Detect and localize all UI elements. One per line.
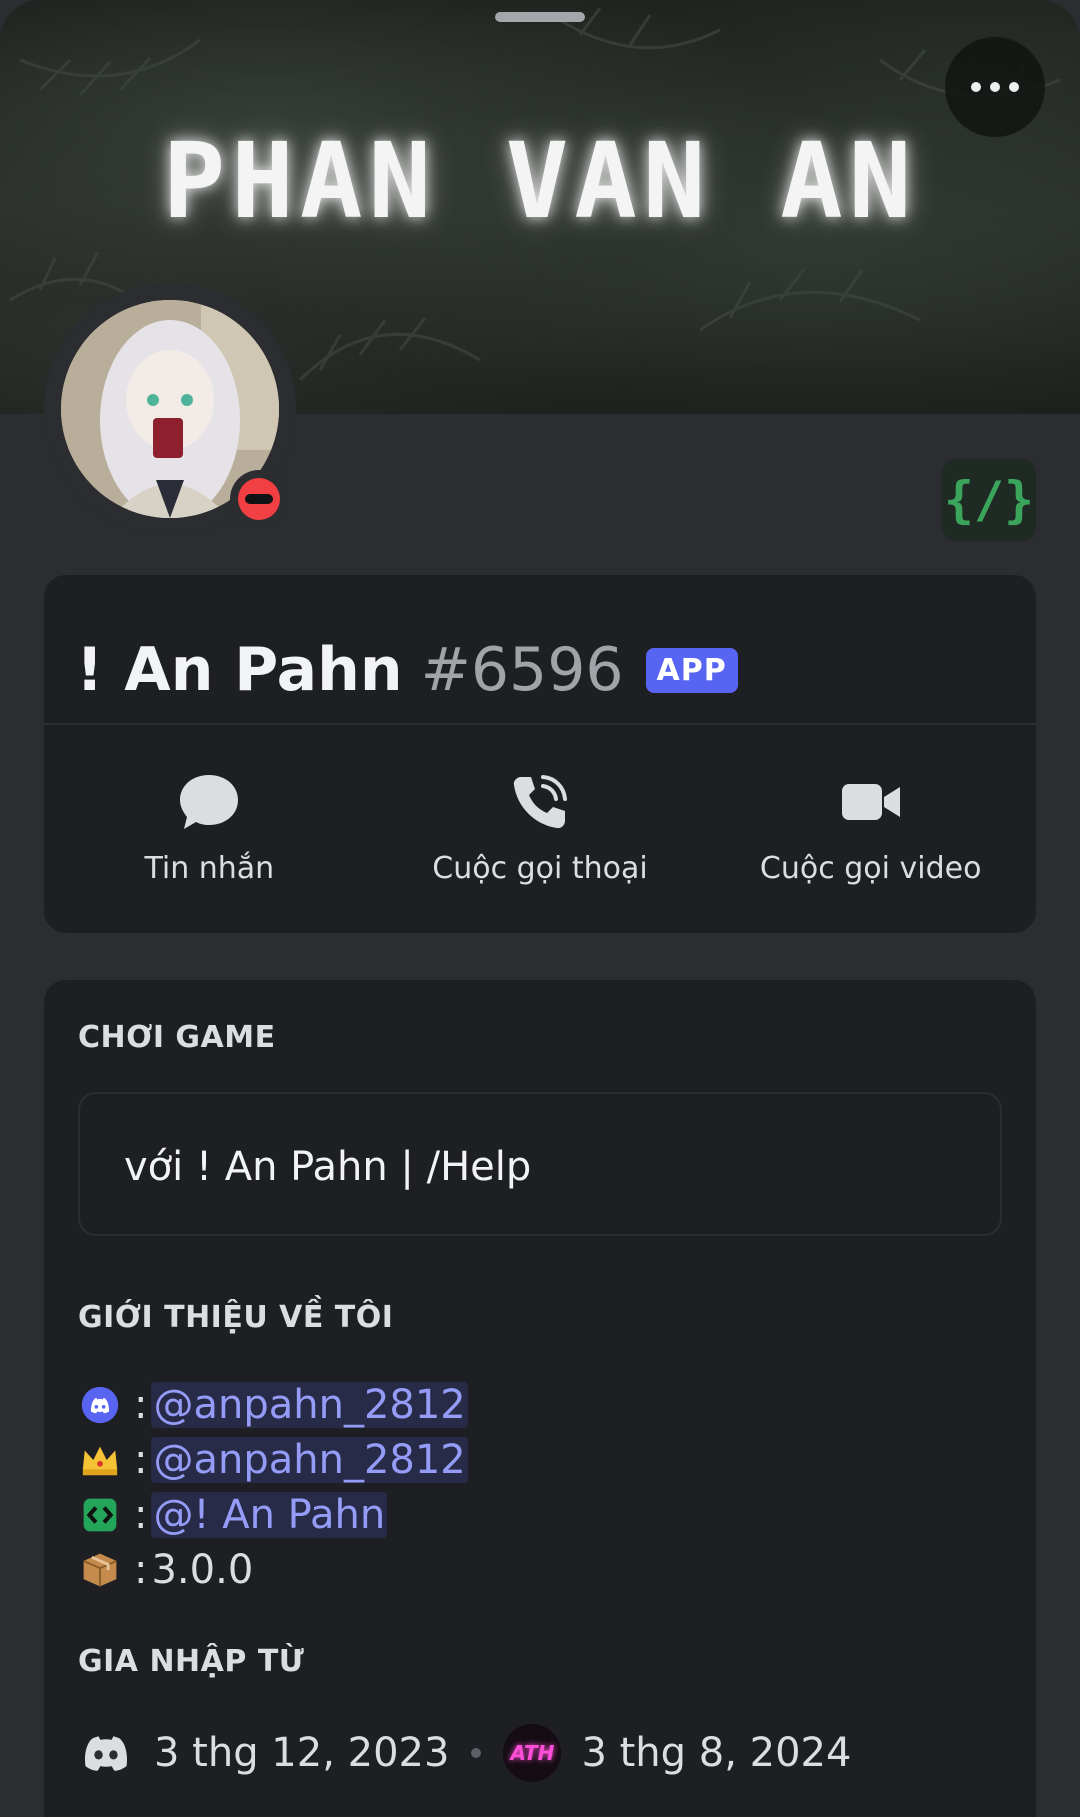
mention-link[interactable]: @! An Pahn bbox=[151, 1492, 388, 1538]
bio-line: : 3.0.0 bbox=[78, 1543, 253, 1597]
bio-separator: : bbox=[134, 1547, 148, 1593]
joined-row: 3 thg 12, 2023 ATH 3 thg 8, 2024 bbox=[78, 1718, 851, 1788]
server-join-date: 3 thg 8, 2024 bbox=[581, 1730, 852, 1776]
bio-separator: : bbox=[134, 1382, 148, 1428]
bio-line: : @! An Pahn bbox=[78, 1488, 388, 1542]
code-icon bbox=[78, 1493, 122, 1537]
more-dot-icon bbox=[971, 82, 981, 92]
activity-text: với ! An Pahn | /Help bbox=[124, 1144, 532, 1190]
display-name: ! An Pahn bbox=[76, 635, 403, 705]
drag-handle[interactable] bbox=[495, 12, 585, 22]
phone-call-icon bbox=[513, 775, 567, 829]
discord-icon bbox=[78, 1383, 122, 1427]
discord-logo-icon bbox=[84, 1736, 128, 1771]
bio-separator: : bbox=[134, 1492, 148, 1538]
discriminator: #6596 bbox=[420, 635, 624, 705]
more-options-button[interactable] bbox=[945, 37, 1045, 137]
voice-call-button[interactable]: Cuộc gọi thoại bbox=[375, 725, 706, 933]
more-dot-icon bbox=[1009, 82, 1019, 92]
voice-call-label: Cuộc gọi thoại bbox=[432, 851, 648, 886]
activity-section-title: CHƠI GAME bbox=[78, 1020, 276, 1055]
discord-join-date: 3 thg 12, 2023 bbox=[154, 1730, 450, 1776]
version-value: 3.0.0 bbox=[151, 1547, 254, 1593]
video-call-label: Cuộc gọi video bbox=[759, 851, 982, 886]
message-button[interactable]: Tin nhắn bbox=[44, 725, 375, 933]
banner-title: PHAN VAN AN bbox=[162, 120, 918, 242]
joined-section-title: GIA NHẬP TỪ bbox=[78, 1644, 305, 1679]
about-section-title: GIỚI THIỆU VỀ TÔI bbox=[78, 1300, 394, 1335]
package-icon bbox=[78, 1548, 122, 1592]
more-dot-icon bbox=[990, 82, 1000, 92]
bio-separator: : bbox=[134, 1437, 148, 1483]
dnd-bar bbox=[245, 494, 273, 504]
status-dnd-indicator bbox=[230, 470, 288, 528]
name-card: ! An Pahn #6596 APP Tin nhắn Cuộc gọi th… bbox=[44, 575, 1036, 933]
message-bubble-icon bbox=[180, 775, 239, 829]
info-card: CHƠI GAME với ! An Pahn | /Help GIỚI THI… bbox=[44, 980, 1036, 1817]
mention-link[interactable]: @anpahn_2812 bbox=[151, 1382, 468, 1428]
video-call-button[interactable]: Cuộc gọi video bbox=[705, 725, 1036, 933]
bio-line: : @anpahn_2812 bbox=[78, 1433, 468, 1487]
separator-dot bbox=[471, 1748, 482, 1758]
activity-box[interactable]: với ! An Pahn | /Help bbox=[78, 1092, 1002, 1236]
server-icon[interactable]: ATH bbox=[503, 1724, 562, 1782]
message-label: Tin nhắn bbox=[144, 851, 275, 886]
slash-commands-badge-icon[interactable]: {/} bbox=[942, 459, 1036, 541]
action-row: Tin nhắn Cuộc gọi thoại Cuộc gọi video bbox=[44, 725, 1036, 933]
name-row: ! An Pahn #6596 APP bbox=[76, 615, 738, 725]
bio-line: : @anpahn_2812 bbox=[78, 1378, 468, 1432]
app-tag: APP bbox=[645, 647, 738, 693]
mention-link[interactable]: @anpahn_2812 bbox=[151, 1437, 468, 1483]
crown-icon bbox=[78, 1438, 122, 1482]
video-camera-icon bbox=[841, 784, 900, 820]
profile-sheet: PHAN VAN AN {/} ! An Pahn #6596 APP Tin … bbox=[0, 0, 1080, 1817]
